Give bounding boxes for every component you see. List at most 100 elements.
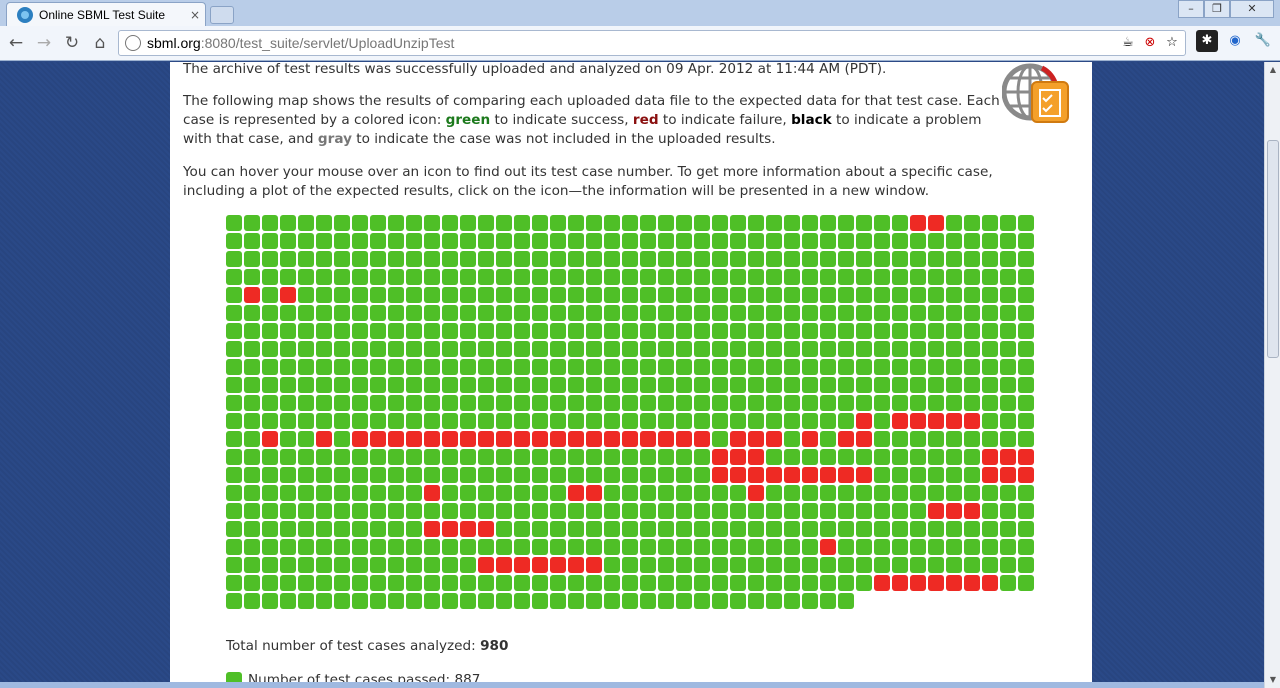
test-case-icon[interactable]: [928, 269, 944, 285]
test-case-icon[interactable]: [712, 215, 728, 231]
test-case-icon[interactable]: [334, 323, 350, 339]
test-case-icon[interactable]: [424, 269, 440, 285]
test-case-icon[interactable]: [550, 539, 566, 555]
test-case-icon[interactable]: [604, 575, 620, 591]
test-case-icon[interactable]: [280, 305, 296, 321]
test-case-icon[interactable]: [478, 251, 494, 267]
test-case-icon[interactable]: [514, 431, 530, 447]
test-case-icon[interactable]: [298, 395, 314, 411]
test-case-icon[interactable]: [802, 269, 818, 285]
test-case-icon[interactable]: [568, 359, 584, 375]
test-case-icon[interactable]: [334, 251, 350, 267]
test-case-icon[interactable]: [1000, 377, 1016, 393]
test-case-icon[interactable]: [388, 575, 404, 591]
test-case-icon[interactable]: [388, 557, 404, 573]
test-case-icon[interactable]: [766, 593, 782, 609]
test-case-icon[interactable]: [730, 593, 746, 609]
test-case-icon[interactable]: [1018, 233, 1034, 249]
test-case-icon[interactable]: [1018, 449, 1034, 465]
test-case-icon[interactable]: [244, 575, 260, 591]
test-case-icon[interactable]: [532, 539, 548, 555]
test-case-icon[interactable]: [298, 233, 314, 249]
test-case-icon[interactable]: [892, 305, 908, 321]
test-case-icon[interactable]: [712, 269, 728, 285]
test-case-icon[interactable]: [874, 467, 890, 483]
test-case-icon[interactable]: [442, 503, 458, 519]
test-case-icon[interactable]: [442, 395, 458, 411]
test-case-icon[interactable]: [586, 359, 602, 375]
test-case-icon[interactable]: [694, 413, 710, 429]
test-case-icon[interactable]: [586, 377, 602, 393]
test-case-icon[interactable]: [694, 539, 710, 555]
test-case-icon[interactable]: [910, 485, 926, 501]
test-case-icon[interactable]: [712, 395, 728, 411]
test-case-icon[interactable]: [604, 539, 620, 555]
test-case-icon[interactable]: [604, 593, 620, 609]
test-case-icon[interactable]: [1018, 413, 1034, 429]
test-case-icon[interactable]: [802, 521, 818, 537]
test-case-icon[interactable]: [838, 323, 854, 339]
test-case-icon[interactable]: [874, 395, 890, 411]
test-case-icon[interactable]: [964, 287, 980, 303]
test-case-icon[interactable]: [676, 395, 692, 411]
test-case-icon[interactable]: [964, 449, 980, 465]
test-case-icon[interactable]: [946, 359, 962, 375]
test-case-icon[interactable]: [658, 593, 674, 609]
test-case-icon[interactable]: [388, 539, 404, 555]
test-case-icon[interactable]: [730, 575, 746, 591]
test-case-icon[interactable]: [442, 341, 458, 357]
test-case-icon[interactable]: [370, 287, 386, 303]
test-case-icon[interactable]: [496, 395, 512, 411]
test-case-icon[interactable]: [784, 593, 800, 609]
test-case-icon[interactable]: [478, 503, 494, 519]
test-case-icon[interactable]: [1000, 233, 1016, 249]
test-case-icon[interactable]: [352, 251, 368, 267]
test-case-icon[interactable]: [316, 377, 332, 393]
test-case-icon[interactable]: [856, 575, 872, 591]
test-case-icon[interactable]: [946, 233, 962, 249]
test-case-icon[interactable]: [460, 467, 476, 483]
test-case-icon[interactable]: [748, 593, 764, 609]
test-case-icon[interactable]: [388, 485, 404, 501]
test-case-icon[interactable]: [550, 557, 566, 573]
test-case-icon[interactable]: [586, 251, 602, 267]
test-case-icon[interactable]: [388, 395, 404, 411]
test-case-icon[interactable]: [334, 521, 350, 537]
test-case-icon[interactable]: [298, 503, 314, 519]
test-case-icon[interactable]: [910, 269, 926, 285]
test-case-icon[interactable]: [676, 359, 692, 375]
test-case-icon[interactable]: [280, 449, 296, 465]
test-case-icon[interactable]: [892, 395, 908, 411]
test-case-icon[interactable]: [820, 233, 836, 249]
test-case-icon[interactable]: [244, 377, 260, 393]
test-case-icon[interactable]: [532, 485, 548, 501]
test-case-icon[interactable]: [298, 305, 314, 321]
test-case-icon[interactable]: [406, 269, 422, 285]
test-case-icon[interactable]: [298, 593, 314, 609]
test-case-icon[interactable]: [928, 233, 944, 249]
test-case-icon[interactable]: [1000, 485, 1016, 501]
test-case-icon[interactable]: [1000, 431, 1016, 447]
test-case-icon[interactable]: [280, 431, 296, 447]
test-case-icon[interactable]: [766, 359, 782, 375]
new-tab-button[interactable]: [210, 6, 234, 24]
test-case-icon[interactable]: [946, 503, 962, 519]
test-case-icon[interactable]: [316, 413, 332, 429]
test-case-icon[interactable]: [478, 413, 494, 429]
test-case-icon[interactable]: [568, 413, 584, 429]
test-case-icon[interactable]: [910, 341, 926, 357]
test-case-icon[interactable]: [964, 503, 980, 519]
test-case-icon[interactable]: [694, 305, 710, 321]
test-case-icon[interactable]: [370, 449, 386, 465]
test-case-icon[interactable]: [892, 413, 908, 429]
blocked-icon[interactable]: ⊗: [1141, 34, 1159, 52]
test-case-icon[interactable]: [694, 287, 710, 303]
test-case-icon[interactable]: [766, 305, 782, 321]
test-case-icon[interactable]: [910, 323, 926, 339]
test-case-icon[interactable]: [694, 521, 710, 537]
test-case-icon[interactable]: [622, 359, 638, 375]
test-case-icon[interactable]: [496, 359, 512, 375]
test-case-icon[interactable]: [982, 377, 998, 393]
test-case-icon[interactable]: [694, 485, 710, 501]
test-case-icon[interactable]: [262, 251, 278, 267]
